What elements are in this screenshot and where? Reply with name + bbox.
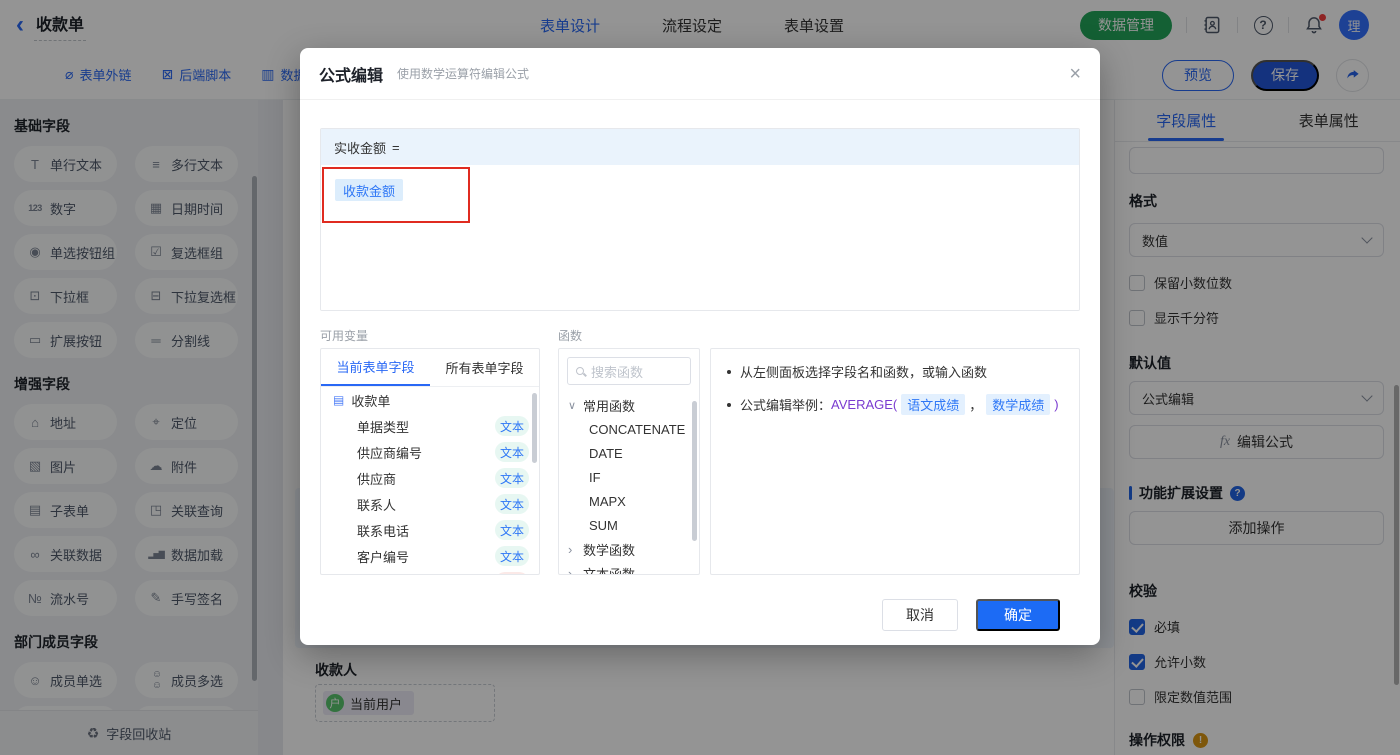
field-type-badge: 文本 bbox=[495, 494, 529, 514]
function-list-item[interactable]: 数学函数 bbox=[559, 537, 699, 561]
formula-editor: 实收金额 = 收款金额 bbox=[320, 128, 1080, 311]
caret-icon bbox=[568, 566, 583, 575]
example-field-tag: 数学成绩 bbox=[986, 394, 1051, 415]
example-field-tag: 语文成绩 bbox=[901, 394, 966, 415]
function-list-item[interactable]: IF bbox=[559, 465, 699, 489]
variables-tab[interactable]: 当前表单字段 bbox=[321, 349, 430, 386]
field-type-badge: 文本 bbox=[495, 442, 529, 462]
function-list-item[interactable]: CONCATENATE bbox=[559, 417, 699, 441]
modal-header: 公式编辑 使用数学运算符编辑公式 × bbox=[300, 48, 1100, 100]
help-tip-1: 从左侧面板选择字段名和函数，或输入函数 bbox=[727, 362, 1063, 381]
search-icon bbox=[576, 367, 584, 375]
close-icon[interactable]: × bbox=[1069, 64, 1081, 84]
variables-tree-root[interactable]: ▤ 收款单 bbox=[321, 387, 539, 413]
app-root: ‹ 收款单 表单设计 流程设定 表单设置 数据管理 ? 理 ⌀ 表单外链 ⊠ 后… bbox=[0, 0, 1400, 755]
equals-sign: = bbox=[392, 139, 400, 155]
formula-target-row: 实收金额 = bbox=[321, 129, 1079, 165]
formula-edit-modal: 公式编辑 使用数学运算符编辑公式 × 实收金额 = 收款金额 可用变量 函数 当… bbox=[300, 48, 1100, 645]
formula-input-area[interactable]: 收款金额 bbox=[321, 165, 1079, 310]
functions-label: 函数 bbox=[558, 329, 583, 343]
functions-panel: 搜索函数 常用函数 CONCATENATE bbox=[558, 348, 700, 575]
caret-icon bbox=[568, 542, 583, 557]
form-doc-icon: ▤ bbox=[333, 393, 345, 407]
search-placeholder: 搜索函数 bbox=[591, 364, 644, 380]
field-type-badge: 文本 bbox=[495, 546, 529, 566]
modal-subtitle: 使用数学运算符编辑公式 bbox=[397, 67, 530, 81]
variables-panel: 当前表单字段 所有表单字段 ▤ 收款单 单据类型 文本 供应商编号 文本 供应商… bbox=[320, 348, 540, 575]
bullet-icon bbox=[727, 369, 731, 374]
variable-field-row[interactable]: 客户编号 文本 bbox=[321, 543, 539, 569]
variable-field-row[interactable]: 单据类型 文本 bbox=[321, 413, 539, 439]
function-list-item[interactable]: SUM bbox=[559, 513, 699, 537]
help-tip-2: 公式编辑举例： AVERAGE( 语文成绩 ， 数学成绩 ) bbox=[727, 394, 1063, 415]
cancel-button[interactable]: 取消 bbox=[882, 599, 958, 631]
field-type-badge: 文本 bbox=[495, 416, 529, 436]
example-close-paren: ) bbox=[1054, 397, 1059, 412]
field-type-badge-clipped bbox=[495, 572, 529, 574]
variable-field-row[interactable]: 联系人 文本 bbox=[321, 491, 539, 517]
modal-title: 公式编辑 bbox=[319, 67, 384, 85]
caret-icon bbox=[568, 399, 583, 412]
variable-field-row[interactable]: 供应商编号 文本 bbox=[321, 439, 539, 465]
variables-scrollbar[interactable] bbox=[532, 393, 537, 463]
functions-scrollbar[interactable] bbox=[692, 401, 697, 541]
variable-field-row[interactable]: 供应商 文本 bbox=[321, 465, 539, 491]
function-list-item[interactable]: MAPX bbox=[559, 489, 699, 513]
formula-target: 实收金额 bbox=[334, 140, 387, 156]
variable-field-row-clipped[interactable] bbox=[321, 569, 539, 574]
field-type-badge: 文本 bbox=[495, 468, 529, 488]
formula-field-token[interactable]: 收款金额 bbox=[335, 179, 404, 201]
field-type-badge: 文本 bbox=[495, 520, 529, 540]
confirm-button[interactable]: 确定 bbox=[976, 599, 1060, 631]
variables-label: 可用变量 bbox=[320, 329, 369, 343]
function-list-item[interactable]: DATE bbox=[559, 441, 699, 465]
function-list-item[interactable]: 文本函数 bbox=[559, 561, 699, 575]
function-search-input[interactable]: 搜索函数 bbox=[567, 357, 691, 385]
variables-tab[interactable]: 所有表单字段 bbox=[430, 349, 539, 386]
variable-field-row[interactable]: 联系电话 文本 bbox=[321, 517, 539, 543]
function-list-item[interactable]: 常用函数 bbox=[559, 393, 699, 417]
help-panel: 从左侧面板选择字段名和函数，或输入函数 公式编辑举例： AVERAGE( 语文成… bbox=[710, 348, 1080, 575]
bullet-icon bbox=[727, 402, 731, 407]
example-function: AVERAGE( bbox=[831, 397, 898, 412]
